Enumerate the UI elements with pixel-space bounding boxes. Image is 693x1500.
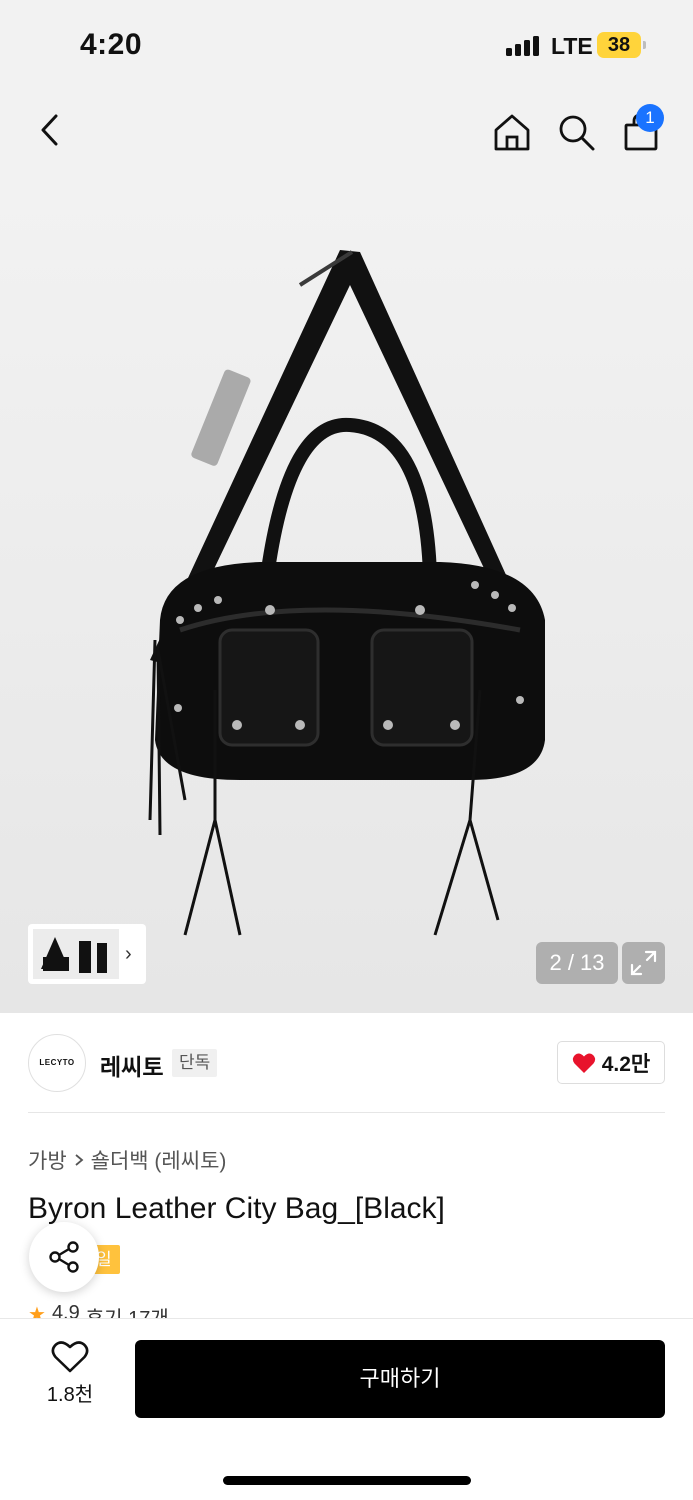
product-image bbox=[148, 250, 545, 936]
bag-thumbnail-icon bbox=[41, 937, 107, 973]
brand-logo[interactable]: LECYTO bbox=[28, 1034, 86, 1092]
image-page-counter: 2 / 13 bbox=[536, 942, 618, 984]
top-nav bbox=[0, 90, 693, 180]
expand-button[interactable] bbox=[622, 942, 665, 984]
wishlist-count: 1.8천 bbox=[46, 1384, 94, 1406]
home-indicator bbox=[223, 1476, 471, 1485]
signal-icon bbox=[506, 36, 542, 56]
product-title: Byron Leather City Bag_[Black] bbox=[28, 1192, 445, 1225]
brand-row[interactable]: LECYTO 레씨토 단독 4.2만 bbox=[0, 1013, 693, 1113]
home-button[interactable] bbox=[490, 110, 534, 154]
exclusive-badge: 단독 bbox=[172, 1049, 218, 1077]
battery-icon: 38 bbox=[597, 32, 641, 58]
brand-like-count: 4.2만 bbox=[601, 1052, 651, 1076]
back-button[interactable] bbox=[30, 110, 70, 150]
breadcrumb-subcategory[interactable]: 숄더백 (레씨토) bbox=[91, 1145, 227, 1175]
heart-filled-icon bbox=[572, 1053, 595, 1073]
wishlist-button[interactable]: 1.8천 bbox=[30, 1340, 110, 1420]
status-bar: 4:20 LTE 38 bbox=[0, 0, 693, 90]
home-icon bbox=[494, 114, 530, 151]
brand-name[interactable]: 레씨토 bbox=[100, 1048, 163, 1082]
breadcrumb: 가방 숄더백 (레씨토) bbox=[28, 1145, 226, 1175]
breadcrumb-category[interactable]: 가방 bbox=[28, 1145, 67, 1175]
battery-cap bbox=[643, 41, 646, 49]
buy-button[interactable]: 구매하기 bbox=[135, 1340, 665, 1418]
search-button[interactable] bbox=[554, 110, 598, 154]
section-divider bbox=[28, 1112, 665, 1113]
thumbnail-image[interactable] bbox=[33, 929, 119, 979]
share-icon bbox=[49, 1241, 79, 1273]
brand-like-button[interactable]: 4.2만 bbox=[557, 1041, 665, 1084]
thumbnail-next-arrow[interactable]: › bbox=[125, 943, 132, 966]
expand-icon bbox=[630, 950, 657, 976]
network-label: LTE bbox=[551, 33, 593, 59]
status-time: 4:20 bbox=[80, 28, 143, 61]
thumbnail-strip[interactable]: › bbox=[28, 924, 146, 984]
share-button[interactable] bbox=[29, 1222, 99, 1292]
search-icon bbox=[559, 115, 595, 151]
cart-count-badge: 1 bbox=[636, 104, 664, 132]
chevron-right-icon bbox=[75, 1154, 84, 1166]
chevron-left-icon bbox=[41, 114, 58, 146]
heart-outline-icon bbox=[51, 1341, 89, 1373]
product-image-gallery[interactable] bbox=[0, 180, 693, 1013]
